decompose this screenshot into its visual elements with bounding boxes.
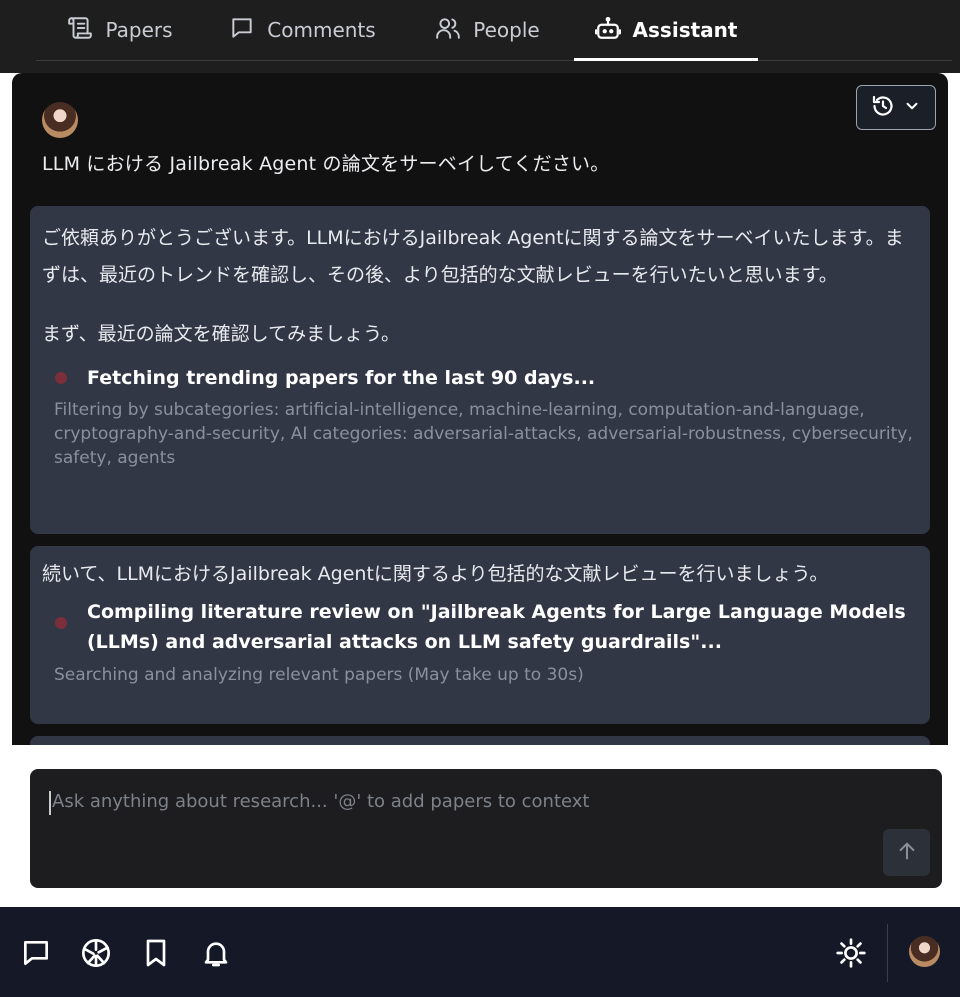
tool-call: Fetching trending papers for the last 90… [42,363,918,470]
tab-assistant[interactable]: Assistant [574,0,758,61]
status-dot-icon [55,372,67,384]
bell-icon[interactable] [200,937,232,969]
tab-bar: Papers Comments People Assistant [36,0,952,61]
bookmark-icon[interactable] [140,937,172,969]
tool-call-detail: Filtering by subcategories: artificial-i… [54,400,913,468]
sun-icon[interactable] [835,937,867,969]
explore-icon[interactable] [80,937,112,969]
chat-panel: LLM における Jailbreak Agent の論文をサーベイしてください。… [12,73,948,745]
divider [887,924,888,982]
user-avatar [42,102,78,138]
assistant-message-text: ご依頼ありがとうございます。LLMにおけるJailbreak Agentに関する… [42,227,904,286]
profile-avatar[interactable] [909,936,940,967]
history-dropdown-button[interactable] [856,85,936,130]
scroll-icon [67,15,93,46]
bot-icon [594,15,621,46]
tool-call: Compiling literature review on "Jailbrea… [42,597,918,687]
chat-input[interactable]: Ask anything about research... '@' to ad… [30,769,942,888]
tab-people-label: People [473,18,540,42]
assistant-message: ご依頼ありがとうございます。LLMにおけるJailbreak Agentに関する… [30,206,930,534]
send-button[interactable] [883,829,930,876]
status-dot-icon [55,617,67,629]
assistant-message [30,736,930,745]
tab-bar-area: Papers Comments People Assistant [0,0,960,73]
history-icon [871,94,895,122]
tool-call-title: Fetching trending papers for the last 90… [87,367,596,389]
tab-papers[interactable]: Papers [36,0,204,60]
people-icon [435,15,461,46]
comment-icon [229,15,255,46]
user-message: LLM における Jailbreak Agent の論文をサーベイしてください。 [42,153,610,175]
arrow-up-icon [896,840,918,866]
tool-call-title: Compiling literature review on "Jailbrea… [87,601,906,653]
tool-call-detail: Searching and analyzing relevant papers … [54,665,584,685]
chevron-down-icon [903,97,921,119]
tab-comments-label: Comments [267,18,376,42]
tab-comments[interactable]: Comments [204,0,401,60]
tab-assistant-label: Assistant [632,18,738,42]
text-caret [49,791,51,815]
assistant-message-text: 続いて、LLMにおけるJailbreak Agentに関するより包括的な文献レビ… [42,563,829,585]
assistant-message: 続いて、LLMにおけるJailbreak Agentに関するより包括的な文献レビ… [30,546,930,724]
bottom-nav [0,907,960,997]
assistant-message-text: まず、最近の論文を確認してみましょう。 [42,323,400,345]
tab-papers-label: Papers [105,18,173,42]
chat-icon[interactable] [20,937,52,969]
chat-input-placeholder: Ask anything about research... '@' to ad… [52,791,590,812]
composer-area: Ask anything about research... '@' to ad… [12,745,948,906]
tab-people[interactable]: People [401,0,574,60]
